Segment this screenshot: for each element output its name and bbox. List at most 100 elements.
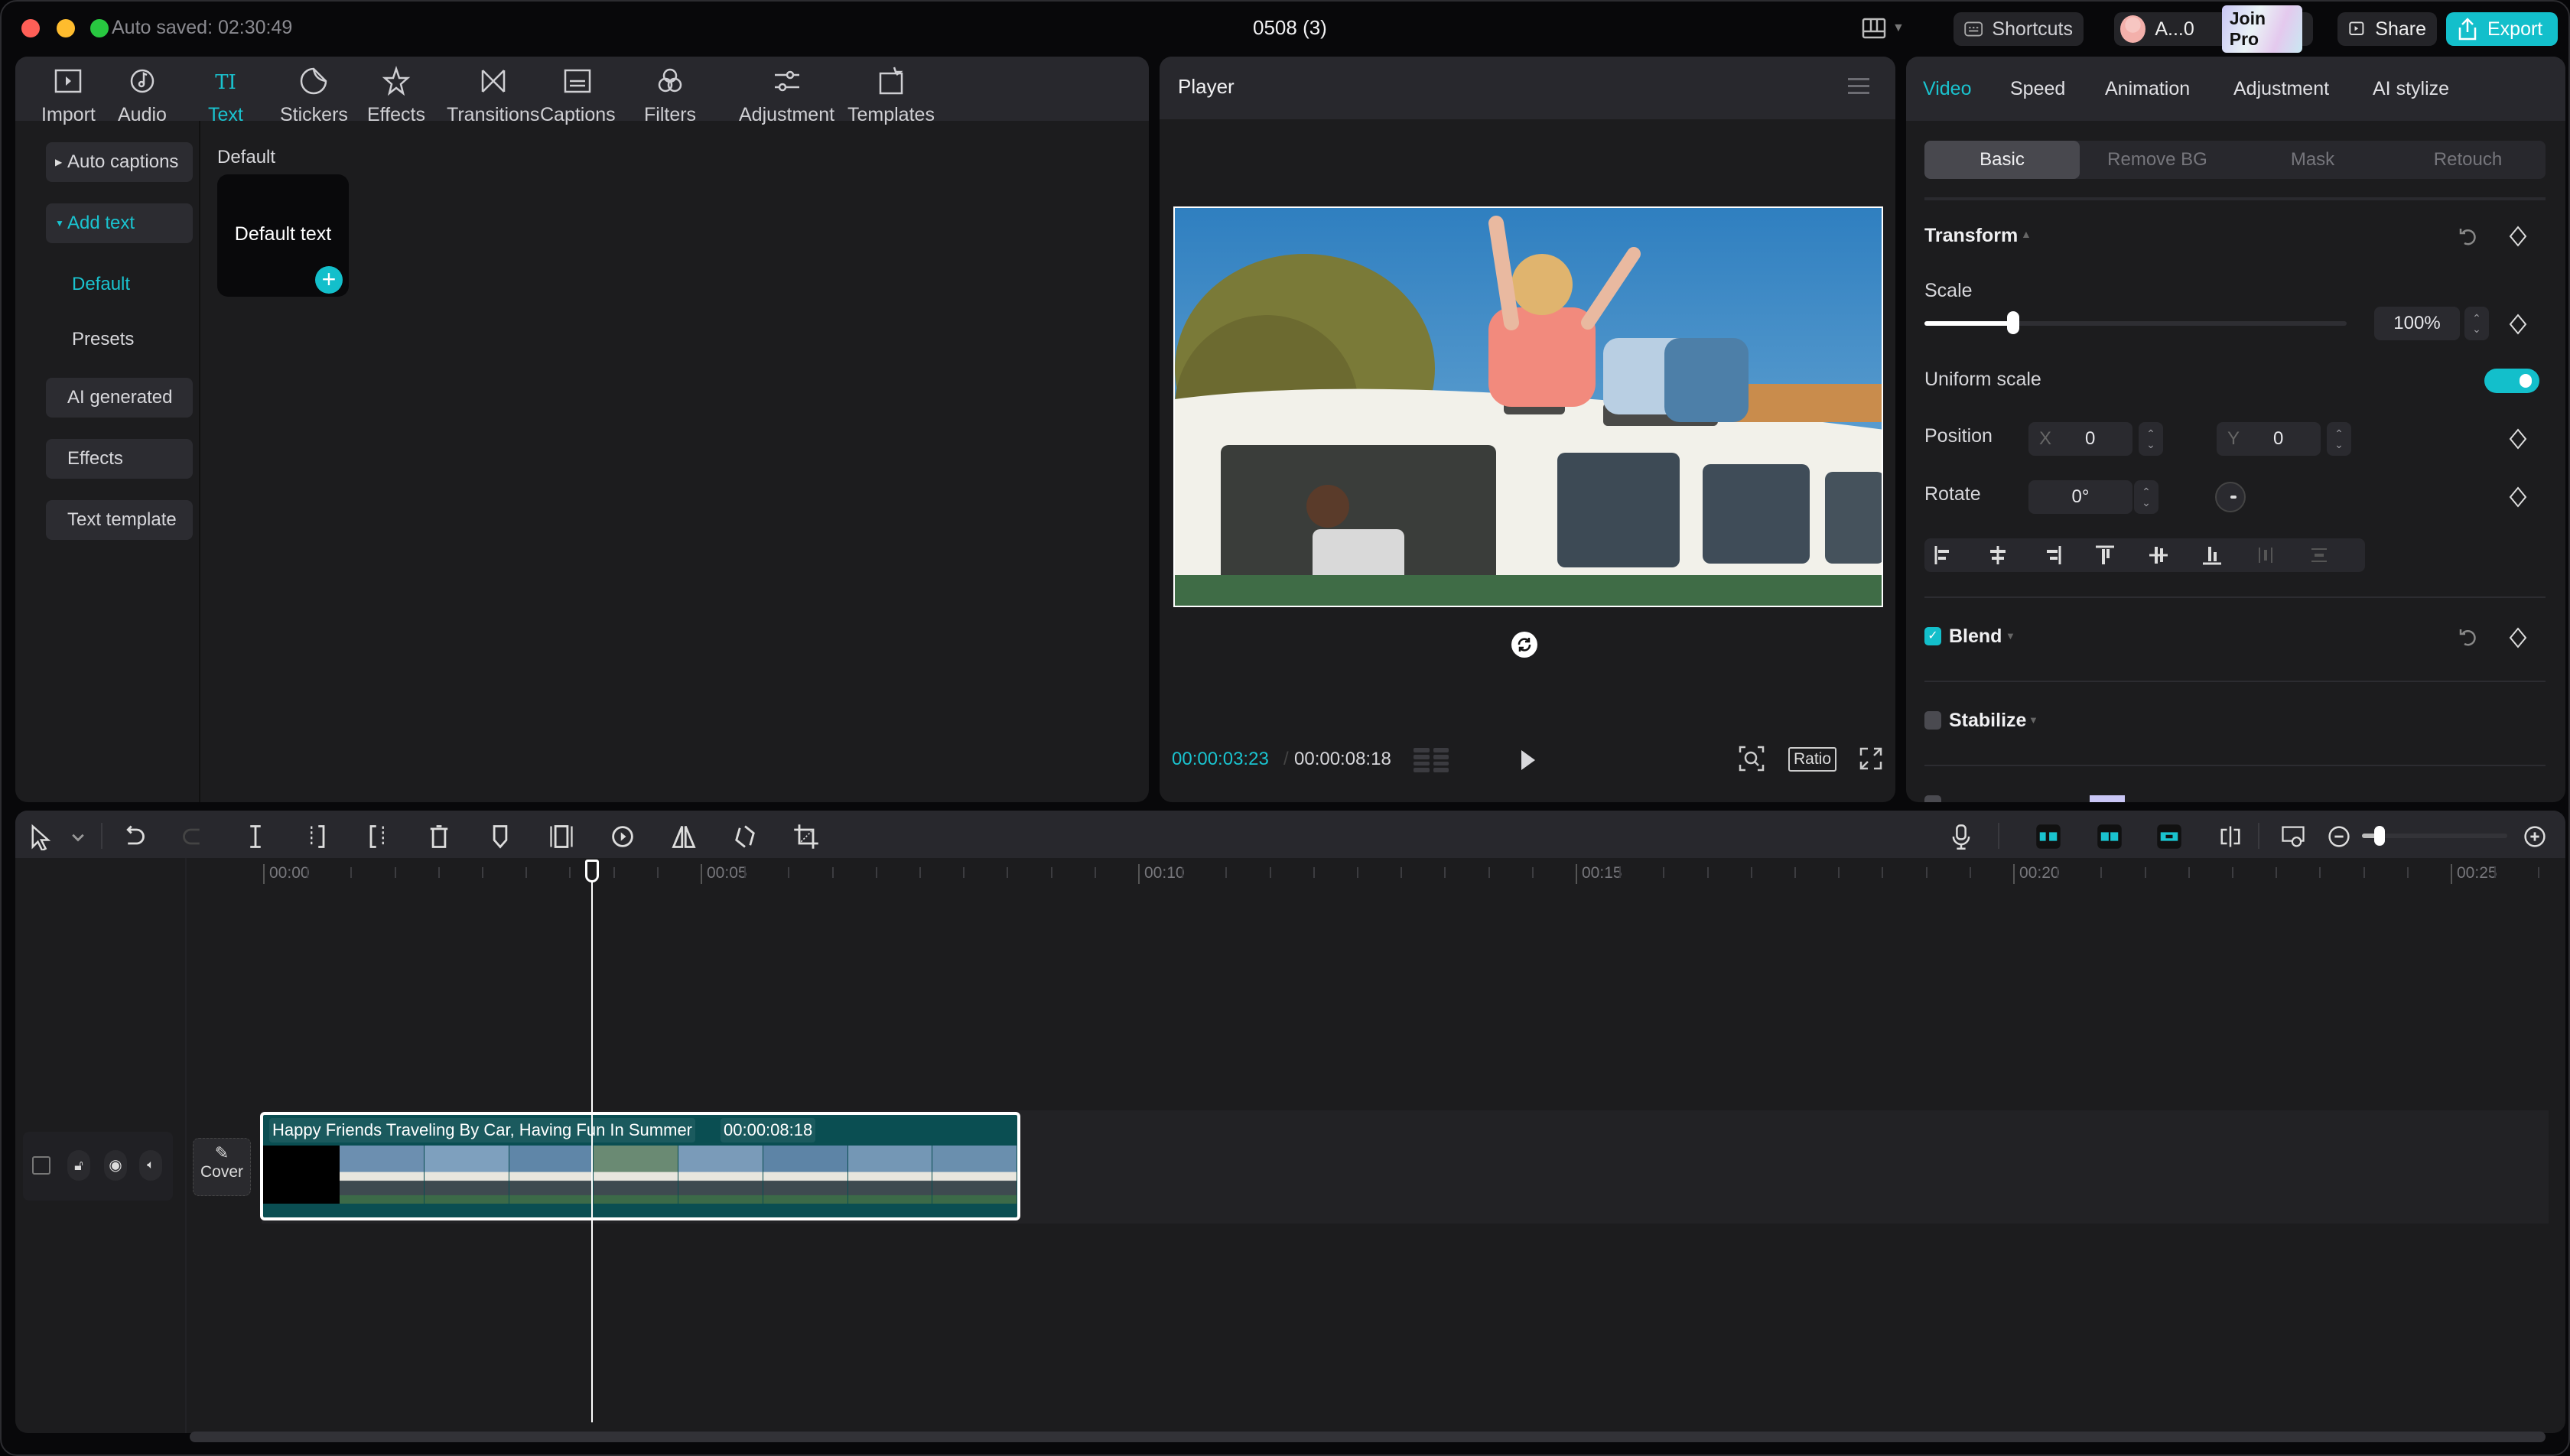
zoom-to-fit-button[interactable] [2276,820,2310,853]
caret-down-icon[interactable]: ▼ [2028,714,2038,726]
tab-templates[interactable]: Templates [847,64,935,126]
distribute-v-button[interactable] [2307,543,2331,571]
subtab-mask[interactable]: Mask [2235,141,2390,179]
uniform-scale-toggle[interactable] [2484,369,2539,393]
align-center-v-button[interactable] [2146,543,2171,571]
export-button[interactable]: Export [2446,12,2558,46]
tab-transitions[interactable]: Transitions [447,64,539,126]
timeline-scrollbar[interactable] [190,1432,2546,1442]
tab-import[interactable]: Import [41,64,96,126]
timeline-zoom-slider[interactable] [2362,826,2507,846]
sidebar-item-ai-generated[interactable]: AI generated [46,378,193,418]
audio-mute-icon[interactable]: 🔈︎ [139,1150,162,1181]
keyframe-rotate-button[interactable] [2495,482,2541,512]
select-tool-button[interactable] [24,820,58,853]
lock-icon[interactable]: 🔓︎ [67,1150,90,1181]
align-right-button[interactable] [2039,543,2064,571]
caret-up-icon[interactable]: ▲ [2021,228,2032,240]
keyframe-transform-button[interactable] [2495,221,2541,252]
inspector-tab-animation[interactable]: Animation [2105,78,2190,100]
default-text-card[interactable]: Default text + [217,174,349,297]
sidebar-subitem-presets[interactable]: Presets [72,329,134,350]
shortcuts-button[interactable]: Shortcuts [1954,12,2084,46]
scale-stepper[interactable]: ⌃ ⌄ [2464,307,2489,340]
tab-stickers[interactable]: Stickers [280,64,348,126]
position-y-stepper[interactable]: ⌃ ⌄ [2327,422,2351,456]
rotate-handle-icon[interactable] [1511,632,1537,658]
maximize-window-button[interactable] [90,19,109,37]
subtab-basic[interactable]: Basic [1924,141,2080,179]
chevron-down-button[interactable] [61,820,95,853]
blend-checkbox[interactable]: ✓ [1924,627,1941,645]
playhead-line[interactable] [591,863,593,1422]
position-y-input[interactable]: Y 0 [2217,422,2321,456]
inspector-tab-adjustment[interactable]: Adjustment [2233,78,2329,100]
undo-button[interactable] [116,820,150,853]
tab-filters[interactable]: Filters [644,64,696,126]
sidebar-item-auto-captions[interactable]: ▶ Auto captions [46,142,193,182]
split-left-button[interactable] [300,820,333,853]
freeze-frame-button[interactable] [545,820,578,853]
reset-blend-button[interactable] [2457,626,2480,652]
align-center-h-button[interactable] [1986,543,2010,571]
delete-button[interactable] [422,820,456,853]
sidebar-item-effects[interactable]: Effects [46,439,193,479]
inspector-tab-ai-stylize[interactable]: AI stylize [2373,78,2449,100]
rotate-stepper[interactable]: ⌃ ⌄ [2134,480,2158,514]
main-track-magnet-button[interactable] [2032,820,2065,853]
scale-input[interactable]: 100% [2374,307,2460,340]
tab-adjustment[interactable]: Adjustment [739,64,834,126]
inspector-tab-speed[interactable]: Speed [2010,78,2065,100]
waveform-icon[interactable] [1414,748,1449,772]
account-button[interactable]: A...0 Join Pro [2114,5,2313,53]
caret-down-icon[interactable]: ▼ [2006,630,2015,642]
playhead-handle[interactable] [585,860,599,882]
sidebar-subitem-default[interactable]: Default [72,274,130,295]
reverse-button[interactable] [606,820,639,853]
preview-axis-button[interactable] [2214,820,2247,853]
position-x-input[interactable]: X 0 [2028,422,2132,456]
zoom-slider-thumb[interactable] [2374,826,2385,846]
player-menu-icon[interactable] [1848,78,1869,96]
tab-captions[interactable]: Captions [540,64,616,126]
cover-button[interactable]: ✎ Cover [193,1138,251,1196]
split-right-button[interactable] [361,820,395,853]
keyframe-scale-button[interactable] [2495,309,2541,340]
inspector-tab-video[interactable]: Video [1923,78,1972,100]
layout-menu-button[interactable]: ▼ [1862,15,1915,41]
position-x-stepper[interactable]: ⌃ ⌄ [2139,422,2163,456]
crop-button[interactable] [789,820,823,853]
fullscreen-button[interactable] [1859,746,1883,775]
close-window-button[interactable] [21,19,40,37]
marker-button[interactable] [483,820,517,853]
mirror-button[interactable] [667,820,701,853]
share-button[interactable]: Share [2337,12,2437,46]
tab-text[interactable]: TI Text [208,64,243,126]
tab-audio[interactable]: Audio [118,64,167,126]
video-clip[interactable]: Happy Friends Traveling By Car, Having F… [260,1112,1020,1220]
rotate-button[interactable] [728,820,762,853]
auto-snap-button[interactable] [2093,820,2126,853]
play-button[interactable] [1519,748,1537,776]
minimize-window-button[interactable] [57,19,75,37]
join-pro-button[interactable]: Join Pro [2221,5,2302,53]
redo-button[interactable] [177,820,211,853]
add-text-button[interactable]: + [315,266,343,294]
subtab-retouch[interactable]: Retouch [2390,141,2546,179]
microphone-button[interactable] [1944,820,1978,853]
linkage-button[interactable] [2152,820,2186,853]
sidebar-item-text-template[interactable]: Text template [46,500,193,540]
zoom-in-button[interactable] [2518,820,2552,853]
split-button[interactable] [239,820,272,853]
keyframe-blend-button[interactable] [2495,622,2541,653]
scale-slider-thumb[interactable] [2006,311,2019,334]
reset-transform-button[interactable] [2457,225,2480,252]
subtab-remove-bg[interactable]: Remove BG [2080,141,2235,179]
zoom-fit-button[interactable] [1738,745,1765,776]
align-bottom-button[interactable] [2200,543,2224,571]
distribute-h-button[interactable] [2253,543,2278,571]
scale-slider[interactable] [1924,311,2347,334]
video-preview[interactable] [1173,206,1883,607]
keyframe-position-button[interactable] [2495,424,2541,454]
stabilize-checkbox[interactable] [1924,711,1941,730]
